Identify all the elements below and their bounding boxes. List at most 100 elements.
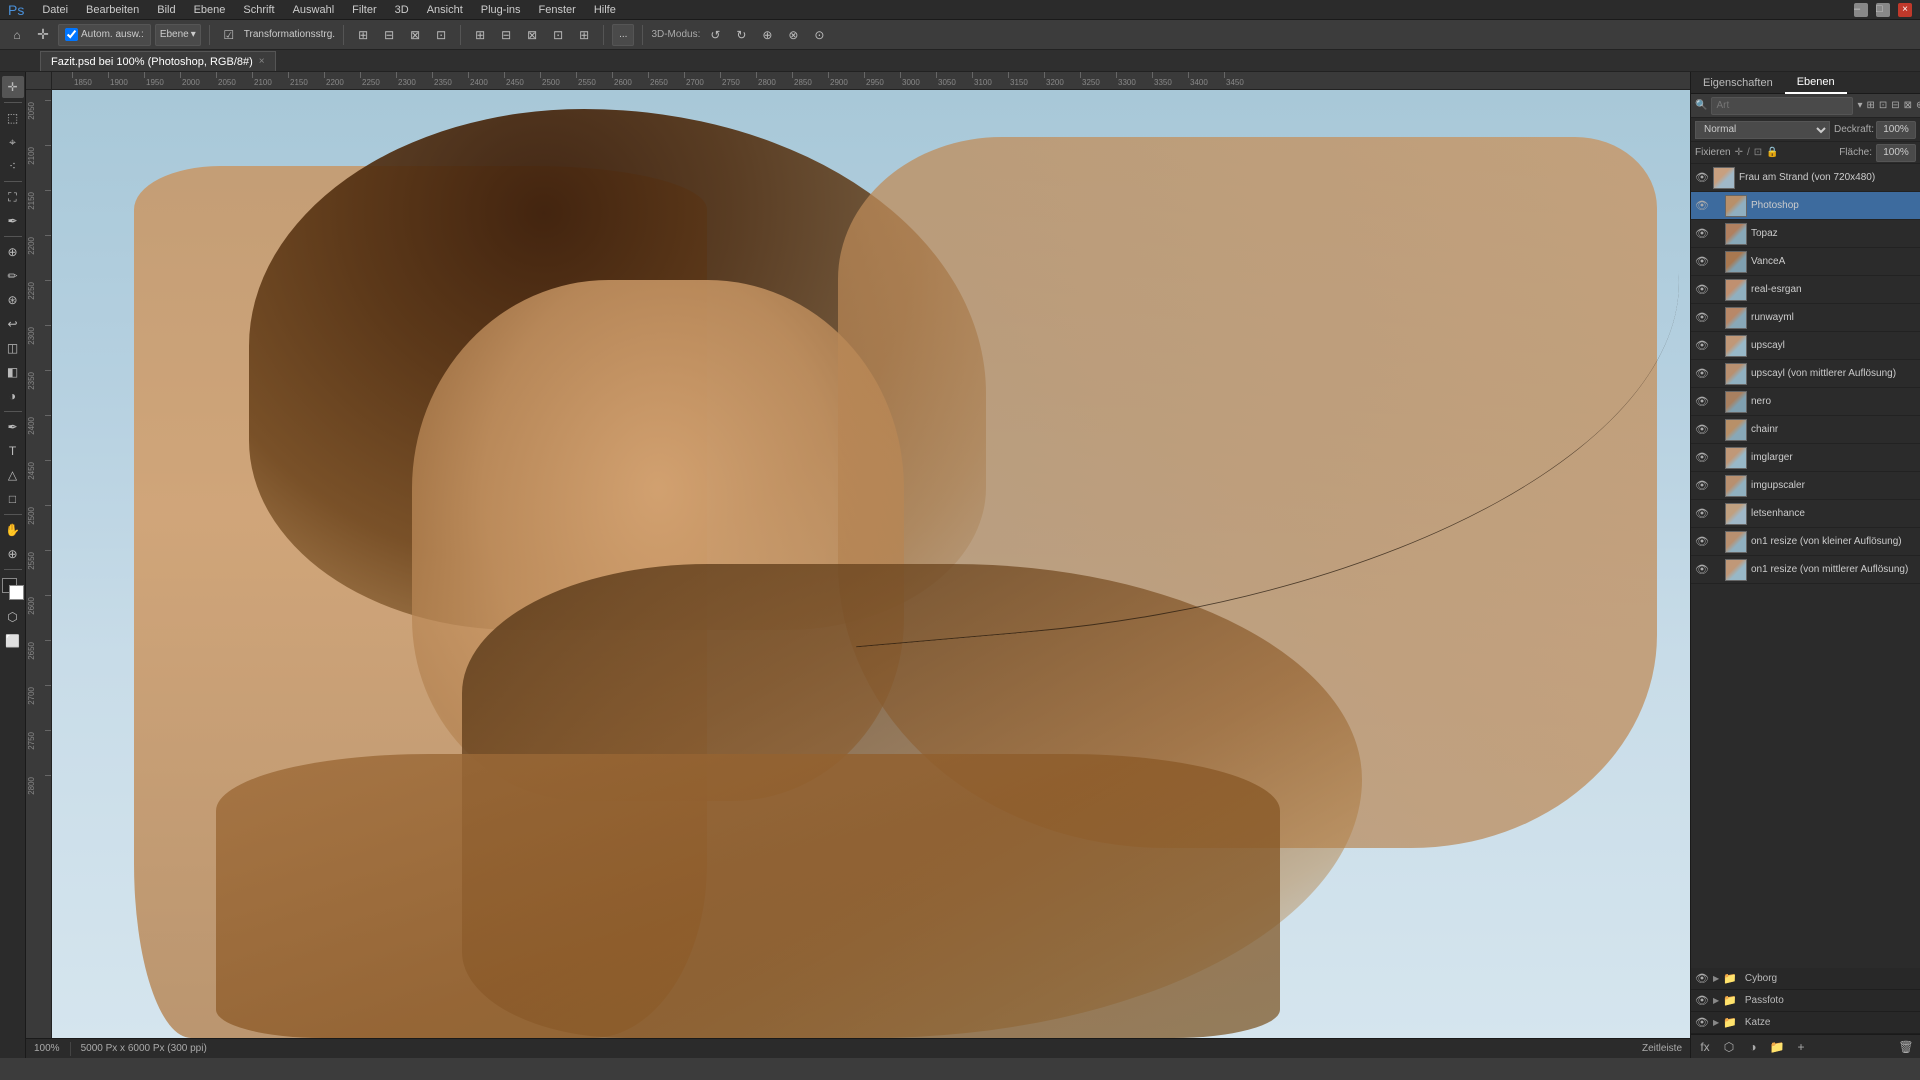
menu-3d[interactable]: 3D bbox=[387, 2, 417, 18]
layer-visibility-toggle[interactable]: 👁 bbox=[1695, 227, 1709, 241]
move-tool-icon[interactable]: ✛ bbox=[32, 24, 54, 46]
layer-visibility-toggle[interactable]: 👁 bbox=[1695, 367, 1709, 381]
ebenen-tab[interactable]: Ebenen bbox=[1785, 72, 1847, 94]
filter-kind-icon[interactable]: ▾ bbox=[1857, 100, 1862, 111]
quick-select-tool[interactable]: ⁖ bbox=[2, 155, 24, 177]
layer-item[interactable]: 👁 on1 resize (von mittlerer Auflösung) bbox=[1691, 556, 1920, 584]
background-color[interactable] bbox=[9, 585, 24, 600]
history-brush[interactable]: ↩ bbox=[2, 313, 24, 335]
document-tab[interactable]: Fazit.psd bei 100% (Photoshop, RGB/8#) × bbox=[40, 51, 276, 71]
extra-icon[interactable]: ⊞ bbox=[573, 24, 595, 46]
layer-item[interactable]: 👁 imglarger bbox=[1691, 444, 1920, 472]
quick-mask[interactable]: ⬡ bbox=[2, 606, 24, 628]
layer-item[interactable]: 👁 Topaz bbox=[1691, 220, 1920, 248]
more-button[interactable]: ... bbox=[612, 24, 634, 46]
canvas-area[interactable]: 1850190019502000205021002150220022502300… bbox=[26, 72, 1690, 1038]
align-left-icon[interactable]: ⊞ bbox=[352, 24, 374, 46]
foreground-bg-colors[interactable] bbox=[2, 578, 24, 600]
move-tool[interactable]: ✛ bbox=[2, 76, 24, 98]
zoom-level[interactable]: 100% bbox=[34, 1043, 60, 1054]
eyedropper-tool[interactable]: ✒ bbox=[2, 210, 24, 232]
layer-visibility-toggle[interactable]: 👁 bbox=[1695, 479, 1709, 493]
menu-plugins[interactable]: Plug-ins bbox=[473, 2, 529, 18]
menu-datei[interactable]: Datei bbox=[34, 2, 76, 18]
gradient-tool[interactable]: ◧ bbox=[2, 361, 24, 383]
menu-ansicht[interactable]: Ansicht bbox=[419, 2, 471, 18]
layer-icon2[interactable]: ⊡ bbox=[1879, 100, 1887, 111]
layer-item[interactable]: 👁 upscayl (von mittlerer Auflösung) bbox=[1691, 360, 1920, 388]
layer-group-item[interactable]: 👁 ▶ 📁 Passfoto bbox=[1691, 990, 1920, 1012]
timeline-label[interactable]: Zeitleiste bbox=[1642, 1043, 1682, 1054]
layer-visibility-toggle[interactable]: 👁 bbox=[1695, 423, 1709, 437]
layer-visibility-toggle[interactable]: 👁 bbox=[1695, 451, 1709, 465]
layer-visibility-toggle[interactable]: 👁 bbox=[1695, 563, 1709, 577]
lasso-tool[interactable]: ⌖ bbox=[2, 131, 24, 153]
layers-search-input[interactable] bbox=[1711, 97, 1853, 115]
menu-bearbeiten[interactable]: Bearbeiten bbox=[78, 2, 147, 18]
maximize-button[interactable]: □ bbox=[1876, 3, 1890, 17]
lock-all-icon[interactable]: 🔒 bbox=[1766, 147, 1778, 158]
lock-pos-icon[interactable]: ✛ bbox=[1735, 147, 1743, 158]
shape-tool[interactable]: □ bbox=[2, 488, 24, 510]
menu-ebene[interactable]: Ebene bbox=[186, 2, 234, 18]
group-expand-arrow[interactable]: ▶ bbox=[1713, 974, 1719, 983]
group-visibility-toggle[interactable]: 👁 bbox=[1695, 994, 1709, 1008]
zoom-tool[interactable]: ⊕ bbox=[2, 543, 24, 565]
layer-item[interactable]: 👁 imgupscaler bbox=[1691, 472, 1920, 500]
menu-schrift[interactable]: Schrift bbox=[235, 2, 282, 18]
blend-mode-select[interactable]: Normal bbox=[1695, 121, 1830, 139]
add-mask-button[interactable]: ⬡ bbox=[1721, 1039, 1737, 1055]
layer-visibility-toggle[interactable]: 👁 bbox=[1695, 507, 1709, 521]
layer-item[interactable]: 👁 chainr bbox=[1691, 416, 1920, 444]
3d-icon3[interactable]: ⊕ bbox=[756, 24, 778, 46]
layer-visibility-toggle[interactable]: 👁 bbox=[1695, 339, 1709, 353]
fläche-input[interactable] bbox=[1876, 144, 1916, 162]
layer-group-item[interactable]: 👁 ▶ 📁 Katze bbox=[1691, 1012, 1920, 1034]
path-tool[interactable]: △ bbox=[2, 464, 24, 486]
group-visibility-toggle[interactable]: 👁 bbox=[1695, 972, 1709, 986]
layer-item[interactable]: 👁 nero bbox=[1691, 388, 1920, 416]
type-tool[interactable]: T bbox=[2, 440, 24, 462]
menu-auswahl[interactable]: Auswahl bbox=[285, 2, 343, 18]
tab-close-button[interactable]: × bbox=[259, 56, 265, 67]
layer-icon3[interactable]: ⊟ bbox=[1891, 100, 1899, 111]
autoselect-dropdown[interactable]: Ebene ▾ bbox=[155, 24, 201, 46]
layer-icon1[interactable]: ⊞ bbox=[1866, 100, 1874, 111]
layer-item[interactable]: 👁 VanceA bbox=[1691, 248, 1920, 276]
lock-art-icon[interactable]: ⊡ bbox=[1754, 147, 1762, 158]
layer-item[interactable]: 👁 Frau am Strand (von 720x480) bbox=[1691, 164, 1920, 192]
align-center-icon[interactable]: ⊟ bbox=[378, 24, 400, 46]
minimize-button[interactable]: – bbox=[1854, 3, 1868, 17]
layer-icon5[interactable]: ⊕ bbox=[1916, 100, 1920, 111]
3d-icon4[interactable]: ⊗ bbox=[782, 24, 804, 46]
close-button[interactable]: × bbox=[1898, 3, 1912, 17]
align-v-icon[interactable]: ⊞ bbox=[469, 24, 491, 46]
menu-filter[interactable]: Filter bbox=[344, 2, 384, 18]
eraser-tool[interactable]: ◫ bbox=[2, 337, 24, 359]
healing-tool[interactable]: ⊕ bbox=[2, 241, 24, 263]
eigenschaften-tab[interactable]: Eigenschaften bbox=[1691, 72, 1785, 94]
transform-check[interactable]: ☑ bbox=[218, 24, 240, 46]
screen-mode[interactable]: ⬜ bbox=[2, 630, 24, 652]
layers-list[interactable]: 👁 Frau am Strand (von 720x480) 👁 Photosh… bbox=[1691, 164, 1920, 968]
dodge-tool[interactable]: ◑ bbox=[2, 385, 24, 407]
crop-tool[interactable]: ⛶ bbox=[2, 186, 24, 208]
layer-item[interactable]: 👁 real-esrgan bbox=[1691, 276, 1920, 304]
layer-item[interactable]: 👁 upscayl bbox=[1691, 332, 1920, 360]
layer-group-item[interactable]: 👁 ▶ 📁 Cyborg bbox=[1691, 968, 1920, 990]
spacing-icon[interactable]: ⊡ bbox=[547, 24, 569, 46]
layer-item[interactable]: 👁 runwayml bbox=[1691, 304, 1920, 332]
add-layer-button[interactable]: + bbox=[1793, 1039, 1809, 1055]
autoselect-checkbox[interactable]: Autom. ausw.: bbox=[58, 24, 151, 46]
3d-icon2[interactable]: ↻ bbox=[730, 24, 752, 46]
layer-visibility-toggle[interactable]: 👁 bbox=[1695, 171, 1709, 185]
menu-hilfe[interactable]: Hilfe bbox=[586, 2, 624, 18]
layer-item[interactable]: 👁 letsenhance bbox=[1691, 500, 1920, 528]
align-right-icon[interactable]: ⊠ bbox=[404, 24, 426, 46]
layer-item[interactable]: 👁 Photoshop bbox=[1691, 192, 1920, 220]
3d-icon5[interactable]: ⊙ bbox=[808, 24, 830, 46]
brush-tool[interactable]: ✏ bbox=[2, 265, 24, 287]
align-h-icon[interactable]: ⊟ bbox=[495, 24, 517, 46]
lock-px-icon[interactable]: / bbox=[1747, 147, 1750, 158]
group-expand-arrow[interactable]: ▶ bbox=[1713, 996, 1719, 1005]
